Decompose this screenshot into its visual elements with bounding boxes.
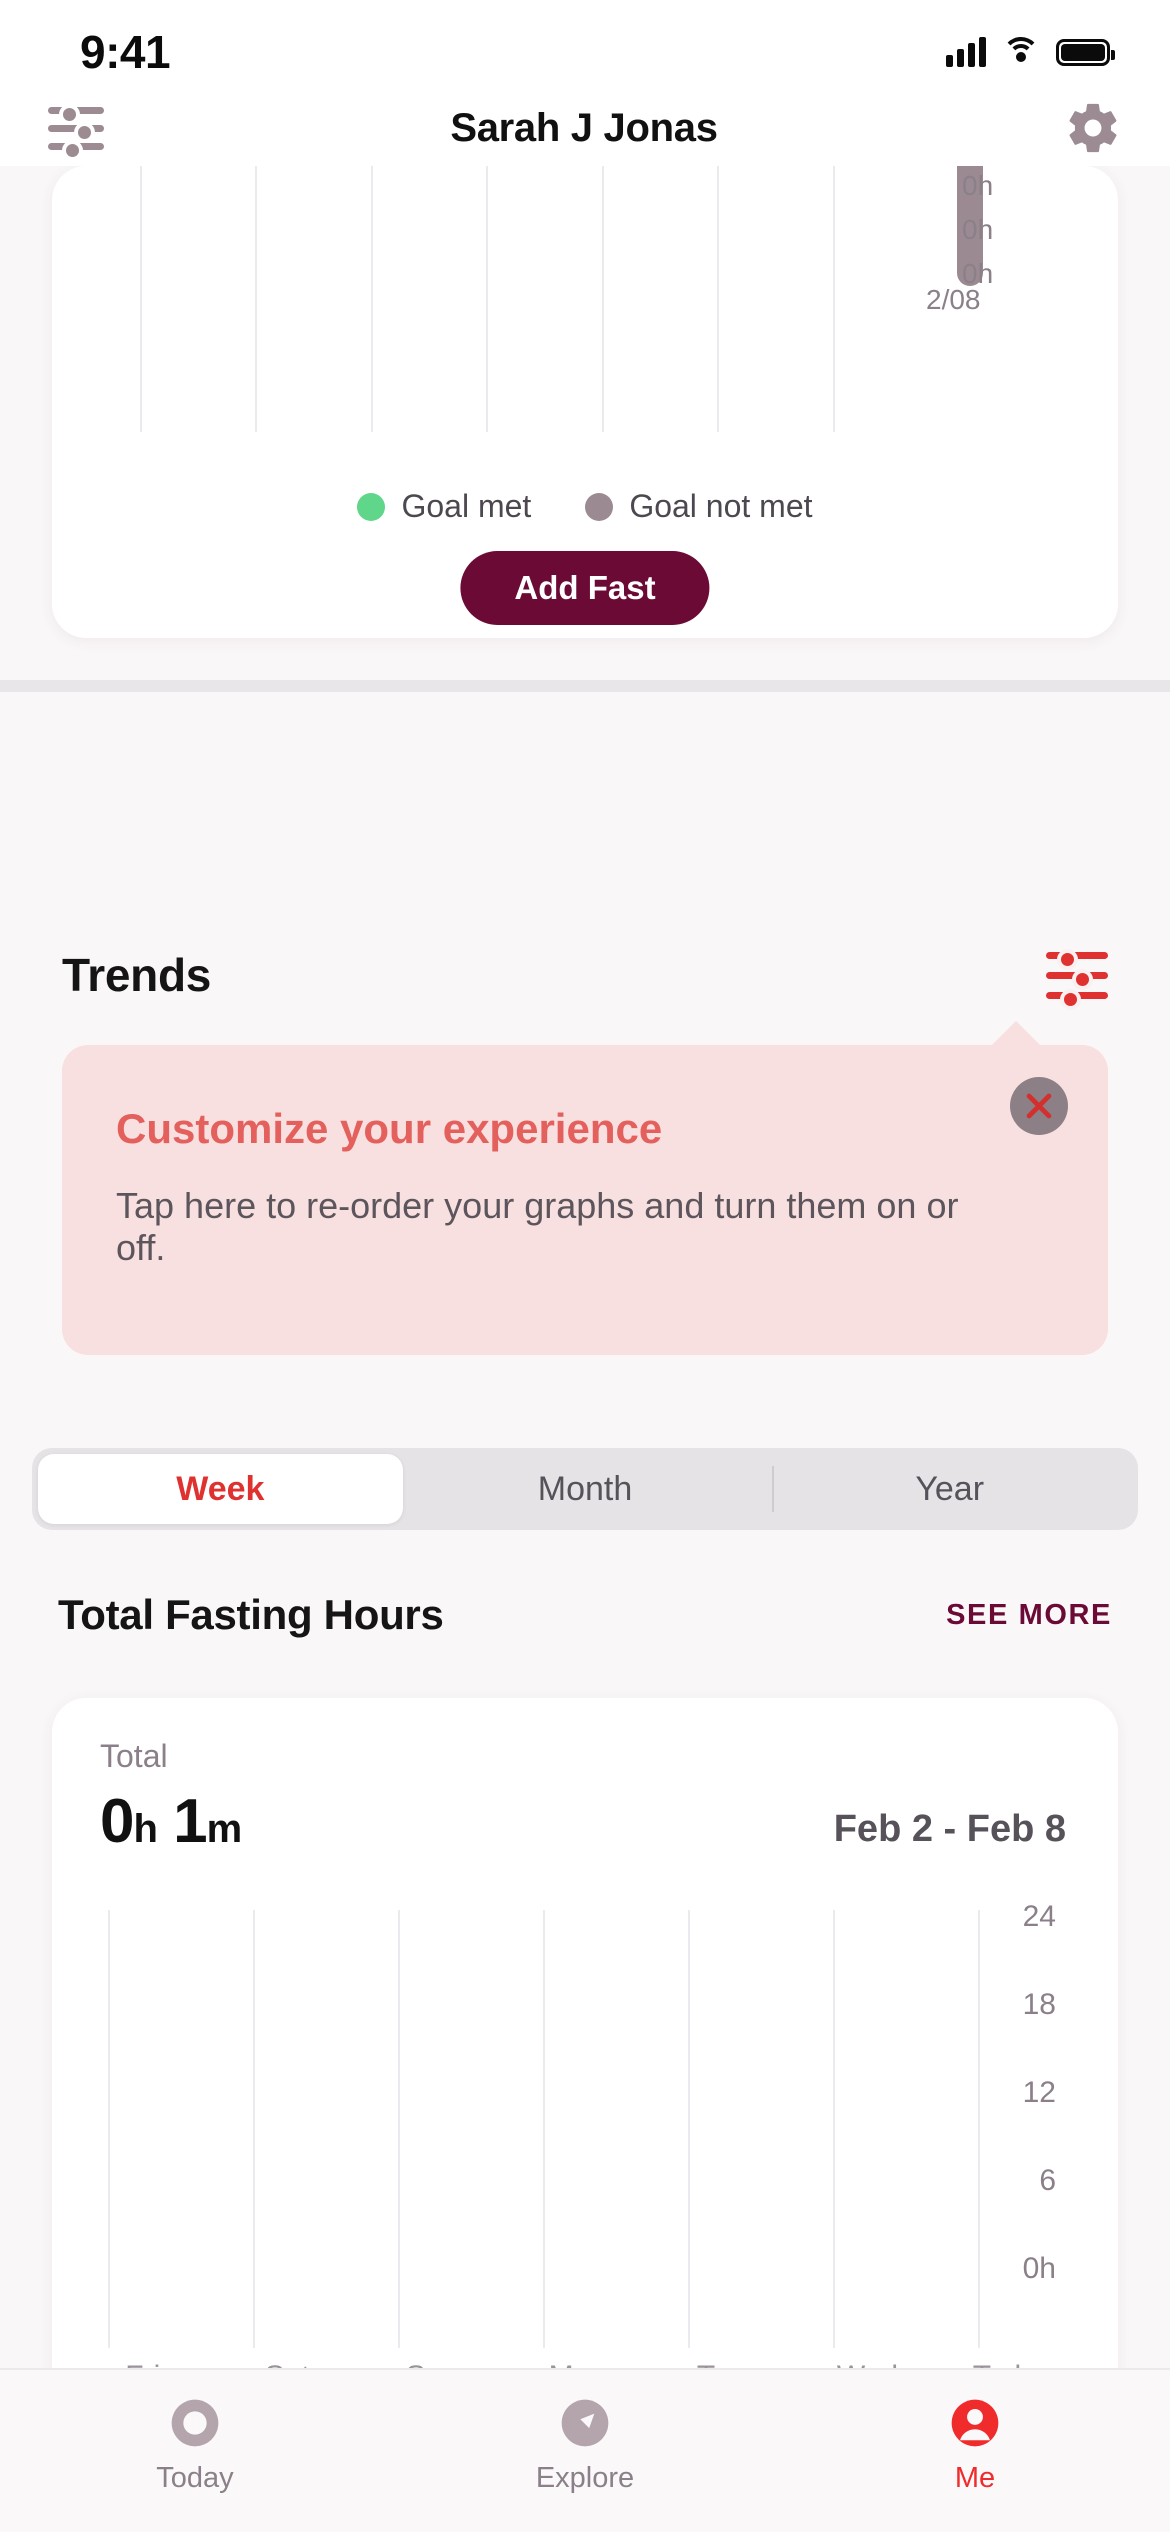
chart-ytick: 0h [962, 170, 994, 201]
status-bar: 9:41 [0, 0, 1170, 90]
total-value: 0h 1m [100, 1786, 243, 1857]
total-hours: 0 [100, 1787, 134, 1856]
chart-gridlines [108, 1910, 980, 2348]
chart-ytick: 24 [1022, 1900, 1056, 1933]
date-range: Feb 2 - Feb 8 [833, 1808, 1066, 1850]
trends-header: Trends [0, 940, 1170, 1010]
wifi-icon [1002, 37, 1040, 67]
legend-dot-gray [585, 492, 614, 521]
chart-gridlines [140, 166, 948, 432]
chart-ytick: 18 [1022, 1988, 1056, 2021]
gear-settings-icon[interactable] [1064, 99, 1122, 157]
page-title: Sarah J Jonas [450, 105, 718, 150]
status-time: 9:41 [80, 26, 171, 78]
customize-graphs-icon[interactable] [1046, 949, 1108, 1010]
app-screen: 9:41 Sarah J Jonas 2/08 0h 0h 0h Goal me… [0, 0, 1170, 2532]
close-x-icon[interactable] [1010, 1077, 1068, 1135]
trends-title: Trends [62, 949, 212, 1001]
legend-item-goal-not-met: Goal not met [585, 488, 813, 525]
section-title: Total Fasting Hours [58, 1591, 444, 1638]
tab-me[interactable]: Me [782, 2392, 1168, 2495]
legend-label: Goal not met [629, 488, 813, 524]
see-more-link[interactable]: SEE MORE [946, 1599, 1112, 1632]
nav-bar: Sarah J Jonas [0, 90, 1170, 166]
chart-ytick: 0h [962, 214, 994, 245]
chart-ytick: 0h [962, 258, 994, 289]
legend-dot-green [357, 492, 386, 521]
weekly-hours-chart[interactable]: 24 18 12 6 0h Fri Sat Sun Mon Tue Wed To… [52, 1898, 1118, 2428]
add-fast-button[interactable]: Add Fast [460, 551, 710, 625]
compass-explore-icon [554, 2392, 616, 2454]
person-me-icon [944, 2392, 1006, 2454]
tab-label: Explore [535, 2462, 635, 2494]
status-indicators [946, 23, 1115, 67]
tab-label: Me [954, 2462, 996, 2494]
total-hours-unit: h [133, 1807, 157, 1851]
tab-week[interactable]: Week [38, 1454, 403, 1524]
chart-legend: Goal met Goal not met [52, 488, 1118, 525]
section-divider [0, 680, 1170, 692]
legend-item-goal-met: Goal met [357, 488, 531, 525]
chart-ytick: 0h [1022, 2252, 1056, 2285]
total-fasting-hours-header: Total Fasting Hours SEE MORE [0, 1580, 1170, 1650]
sliders-filter-icon[interactable] [48, 104, 104, 161]
chart-ylabels: 0h 0h 0h [962, 166, 1082, 432]
tab-month[interactable]: Month [403, 1454, 768, 1524]
fasting-history-card: 2/08 0h 0h 0h Goal met Goal not met Add … [52, 166, 1118, 638]
total-label: Total [100, 1738, 168, 1774]
bottom-tab-bar: Today Explore Me [0, 2368, 1170, 2532]
chart-ylabels: 24 18 12 6 0h [978, 1898, 1088, 2368]
total-minutes: 1 [173, 1787, 207, 1856]
signal-bars-icon [946, 37, 986, 67]
fasting-history-chart[interactable]: 2/08 0h 0h 0h [52, 166, 1118, 476]
customize-callout[interactable]: Customize your experience Tap here to re… [62, 1021, 1108, 1355]
total-minutes-unit: m [206, 1807, 243, 1851]
chart-ytick: 6 [1039, 2164, 1056, 2197]
circle-today-icon [164, 2392, 226, 2454]
legend-label: Goal met [401, 488, 532, 524]
range-segmented-control[interactable]: Week Month Year [32, 1448, 1138, 1530]
total-fasting-hours-card: Total 0h 1m Feb 2 - Feb 8 24 18 12 6 0h [52, 1698, 1118, 2428]
callout-title: Customize your experience [116, 1105, 663, 1152]
tab-label: Today [156, 2462, 234, 2494]
battery-icon [1056, 38, 1115, 66]
callout-body: Tap here to re-order your graphs and tur… [116, 1185, 959, 1269]
chart-ytick: 12 [1022, 2076, 1056, 2109]
tab-explore[interactable]: Explore [392, 2392, 778, 2495]
tab-today[interactable]: Today [2, 2392, 388, 2495]
tab-year[interactable]: Year [767, 1454, 1132, 1524]
